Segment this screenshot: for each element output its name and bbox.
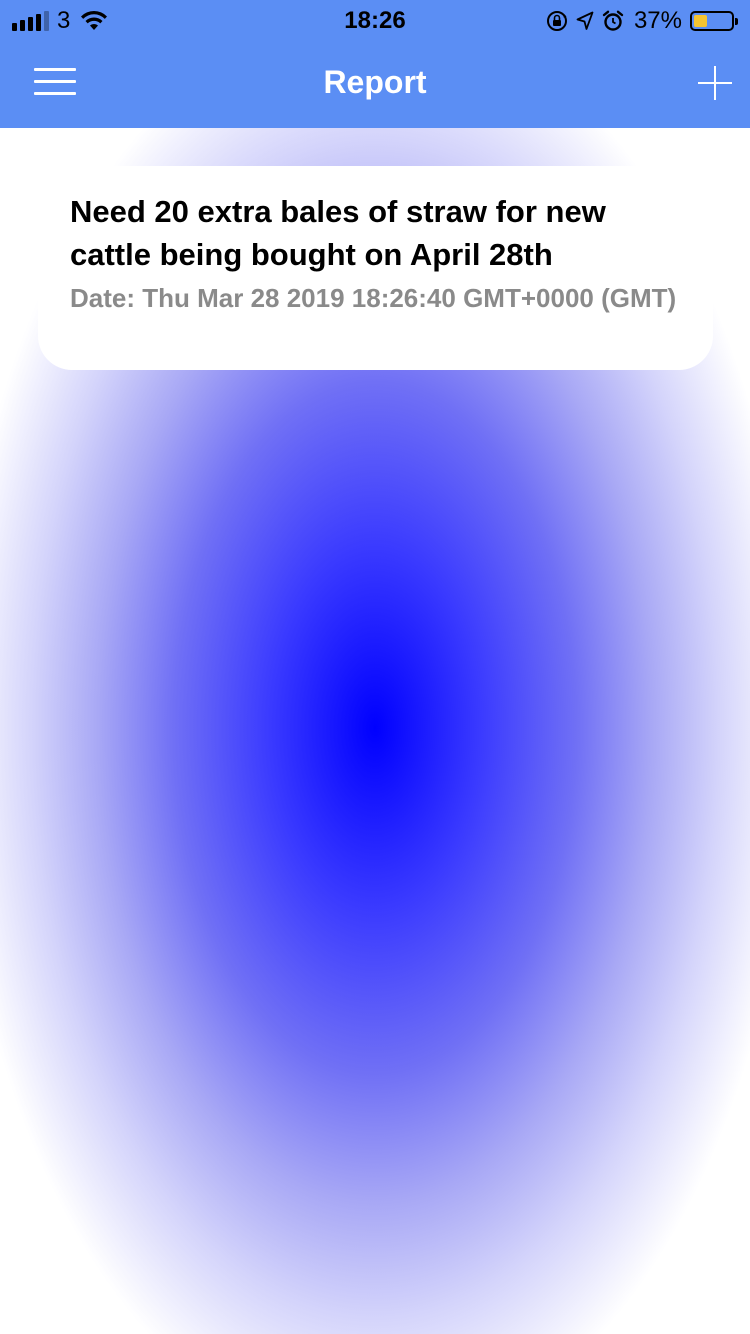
plus-icon[interactable] (698, 66, 732, 100)
battery-fill (694, 15, 707, 27)
alarm-icon (602, 10, 624, 31)
location-icon (576, 11, 594, 30)
header: 3 18:26 37% Report (0, 0, 750, 129)
status-bar: 3 18:26 37% (0, 0, 750, 40)
status-right: 37% (546, 7, 740, 35)
report-card[interactable]: Need 20 extra bales of straw for new cat… (38, 166, 713, 370)
report-list: Need 20 extra bales of straw for new cat… (0, 128, 750, 1334)
report-date: Date: Thu Mar 28 2019 18:26:40 GMT+0000 … (70, 283, 677, 313)
battery-percent: 37% (633, 7, 682, 34)
battery-icon (690, 11, 738, 31)
report-title: Need 20 extra bales of straw for new cat… (70, 194, 606, 272)
screen: 3 18:26 37% Report Need 20 extra bales o… (0, 0, 750, 1334)
orientation-lock-icon (546, 11, 567, 31)
nav-bar: Report (0, 40, 750, 128)
page-title: Report (323, 64, 427, 100)
